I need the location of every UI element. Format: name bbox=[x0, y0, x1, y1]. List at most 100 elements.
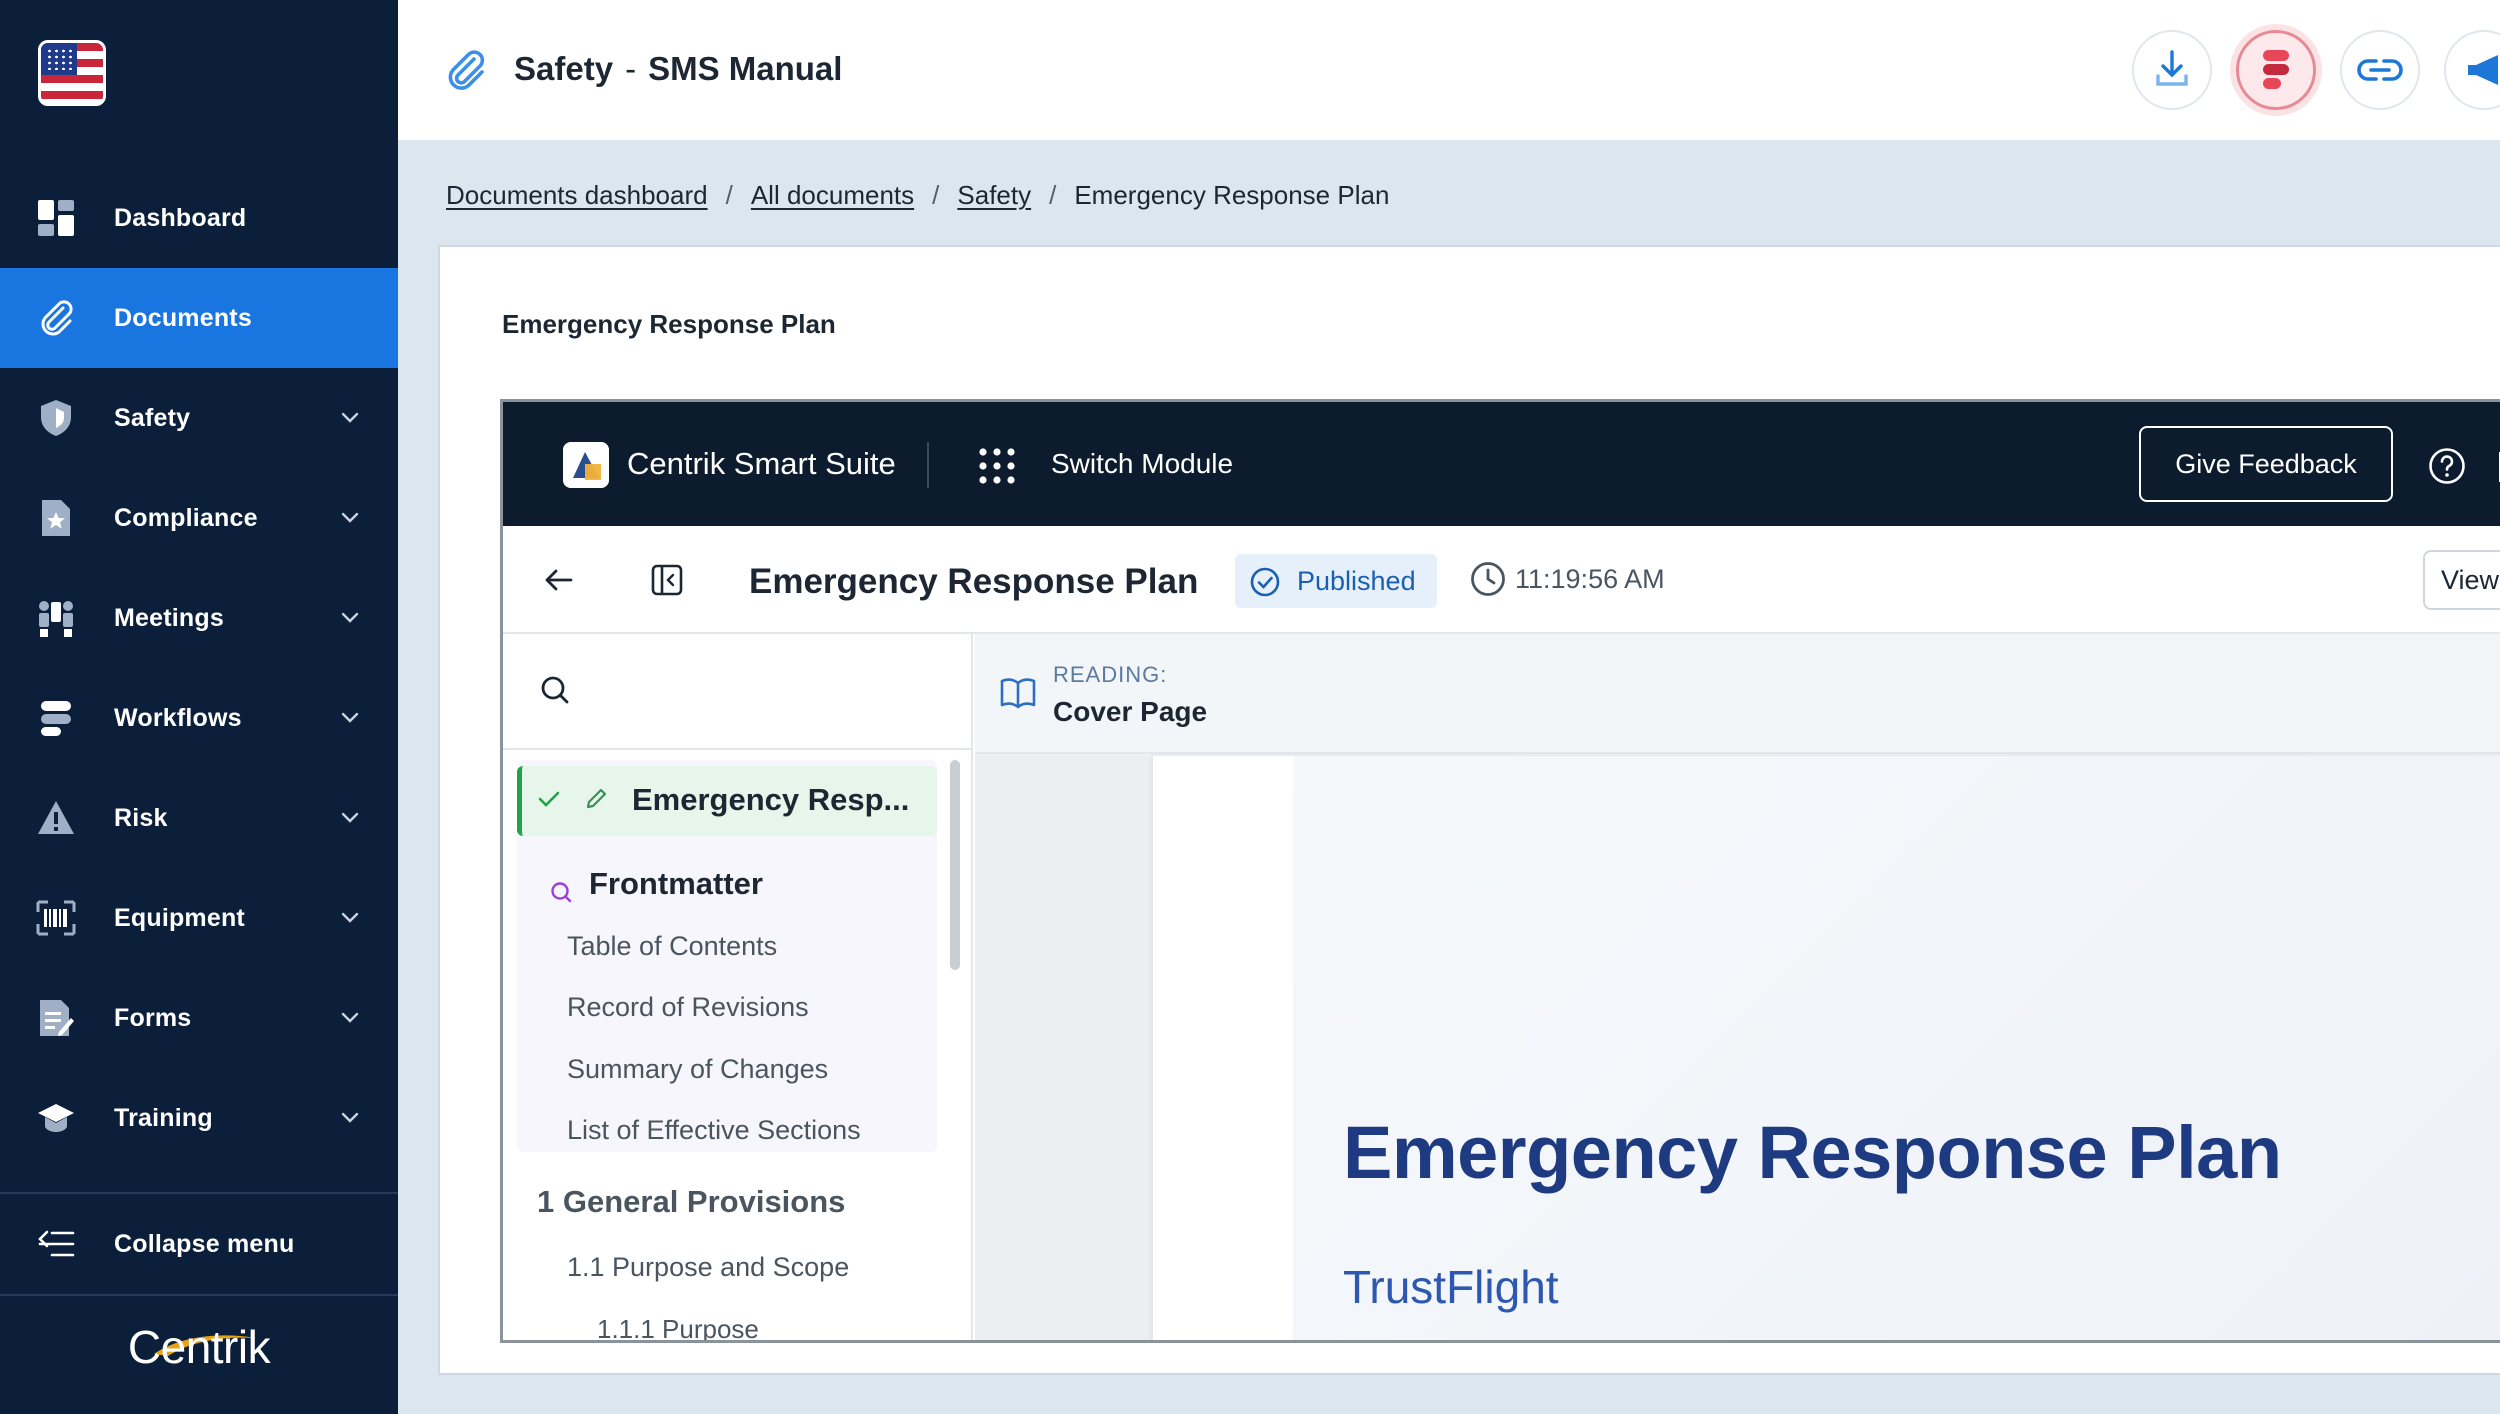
collapse-menu-label: Collapse menu bbox=[114, 1229, 295, 1258]
reading-bar: READING: Cover Page bbox=[975, 634, 2500, 754]
sidebar-item-equipment[interactable]: Equipment bbox=[0, 868, 398, 968]
meeting-icon bbox=[36, 598, 76, 638]
sidebar-item-compliance[interactable]: Compliance bbox=[0, 468, 398, 568]
chevron-down-icon[interactable] bbox=[338, 406, 362, 430]
sidebar-item-label: Documents bbox=[114, 303, 252, 332]
tree-item-list-of-effective-sections[interactable]: List of Effective Sections bbox=[567, 1115, 861, 1146]
title-separator: - bbox=[625, 50, 637, 87]
collapse-icon bbox=[36, 1224, 76, 1264]
chevron-down-icon[interactable] bbox=[338, 1006, 362, 1030]
brand-logo: Centrik bbox=[127, 1321, 271, 1373]
chevron-down-icon[interactable] bbox=[338, 706, 362, 730]
breadcrumb-all-documents[interactable]: All documents bbox=[751, 180, 914, 211]
title-section: Safety bbox=[514, 50, 614, 87]
sidebar-item-risk[interactable]: Risk bbox=[0, 768, 398, 868]
breadcrumb-documents-dashboard[interactable]: Documents dashboard bbox=[446, 180, 708, 211]
top-bar: Safety - SMS Manual bbox=[398, 0, 2500, 140]
shield-icon bbox=[36, 398, 76, 438]
card-title: Emergency Response Plan bbox=[502, 309, 836, 339]
breadcrumb-safety[interactable]: Safety bbox=[957, 180, 1031, 211]
sidebar-item-label: Equipment bbox=[114, 903, 245, 932]
us-flag-icon[interactable] bbox=[38, 40, 106, 106]
status-text: Published bbox=[1297, 565, 1416, 596]
breadcrumb-separator: / bbox=[725, 180, 733, 210]
timestamp: 11:19:56 AM bbox=[1515, 564, 1665, 594]
sidebar-item-documents[interactable]: Documents bbox=[0, 268, 398, 368]
app-header: Centrik Smart Suite Switch Module Give F… bbox=[503, 402, 2500, 526]
breadcrumb-current: Emergency Response Plan bbox=[1074, 180, 1390, 210]
document-card: Emergency Response Plan Centrik Smart Su… bbox=[438, 245, 2500, 1375]
sidebar-item-forms[interactable]: Forms bbox=[0, 968, 398, 1068]
chevron-down-icon[interactable] bbox=[338, 806, 362, 830]
status-badge: Published bbox=[1235, 554, 1437, 608]
clock-icon bbox=[1471, 562, 1505, 596]
tree-item-record-of-revisions[interactable]: Record of Revisions bbox=[567, 992, 809, 1023]
tree-item-table-of-contents[interactable]: Table of Contents bbox=[567, 931, 777, 962]
switch-module-button[interactable]: Switch Module bbox=[1051, 448, 1233, 480]
document-title: Emergency Response Plan bbox=[749, 562, 1199, 601]
view-button[interactable]: View bbox=[2423, 550, 2500, 610]
check-icon bbox=[538, 791, 560, 807]
barcode-icon bbox=[36, 898, 76, 938]
cover-title: Emergency Response Plan bbox=[1343, 1111, 2282, 1194]
reading-label: READING: bbox=[1053, 662, 1168, 687]
sidebar-item-safety[interactable]: Safety bbox=[0, 368, 398, 468]
cover-subtitle: TrustFlight bbox=[1343, 1261, 1559, 1313]
collapse-menu-button[interactable]: Collapse menu bbox=[0, 1194, 398, 1294]
breadcrumb-separator: / bbox=[932, 180, 940, 210]
divider bbox=[0, 1294, 398, 1296]
tree-scrollbar[interactable] bbox=[950, 760, 960, 970]
sidebar-item-label: Dashboard bbox=[114, 203, 247, 232]
check-circle-icon bbox=[1250, 567, 1280, 597]
module-grid-icon[interactable] bbox=[977, 446, 1017, 486]
app-name: Centrik Smart Suite bbox=[627, 446, 896, 481]
document-page: Emergency Response Plan TrustFlight bbox=[1153, 756, 2500, 1340]
sidebar: Dashboard Documents Safety Compliance Me… bbox=[0, 0, 398, 1414]
breadcrumb: Documents dashboard / All documents / Sa… bbox=[446, 180, 1389, 211]
help-icon[interactable] bbox=[2427, 446, 2467, 486]
sidebar-item-label: Risk bbox=[114, 803, 168, 832]
download-button[interactable] bbox=[2132, 30, 2212, 110]
graduation-cap-icon bbox=[36, 1098, 76, 1138]
tree-item-frontmatter[interactable]: Frontmatter bbox=[589, 866, 763, 902]
paperclip-icon bbox=[36, 298, 76, 338]
announcements-button[interactable] bbox=[2444, 30, 2500, 110]
megaphone-icon bbox=[2468, 55, 2498, 85]
sidebar-item-label: Training bbox=[114, 1103, 213, 1132]
sidebar-item-label: Safety bbox=[114, 403, 191, 432]
tree-search[interactable] bbox=[503, 634, 973, 750]
chevron-down-icon[interactable] bbox=[338, 1106, 362, 1130]
sidebar-item-dashboard[interactable]: Dashboard bbox=[0, 168, 398, 268]
search-circle-icon bbox=[551, 882, 572, 903]
toggle-sidebar-icon[interactable] bbox=[649, 562, 685, 598]
workflow-icon bbox=[36, 698, 76, 738]
stack-button[interactable] bbox=[2236, 30, 2316, 110]
tree-item-label: Emergency Resp... bbox=[632, 782, 910, 817]
tree-item-summary-of-changes[interactable]: Summary of Changes bbox=[567, 1054, 828, 1085]
give-feedback-button[interactable]: Give Feedback bbox=[2139, 426, 2393, 502]
chevron-down-icon[interactable] bbox=[338, 506, 362, 530]
stack-icon bbox=[2263, 50, 2289, 89]
sidebar-item-label: Forms bbox=[114, 1003, 192, 1032]
tree-item-purpose-and-scope[interactable]: 1.1 Purpose and Scope bbox=[567, 1252, 849, 1283]
reading-section: Cover Page bbox=[1053, 696, 1208, 727]
sidebar-item-training[interactable]: Training bbox=[0, 1068, 398, 1168]
sidebar-item-workflows[interactable]: Workflows bbox=[0, 668, 398, 768]
dashboard-icon bbox=[36, 198, 76, 238]
page-title: Safety - SMS Manual bbox=[514, 50, 842, 88]
title-manual: SMS Manual bbox=[648, 50, 843, 87]
embedded-document-viewer: Centrik Smart Suite Switch Module Give F… bbox=[500, 399, 2500, 1343]
breadcrumb-separator: / bbox=[1049, 180, 1057, 210]
tree-item-active[interactable]: Emergency Resp... bbox=[517, 766, 937, 836]
search-icon[interactable] bbox=[539, 674, 571, 706]
pencil-icon bbox=[586, 788, 607, 809]
tree-item-general-provisions[interactable]: 1 General Provisions bbox=[537, 1184, 845, 1220]
page-margin bbox=[1153, 756, 1293, 1340]
back-arrow-icon[interactable] bbox=[541, 562, 577, 598]
divider bbox=[927, 442, 929, 488]
chevron-down-icon[interactable] bbox=[338, 606, 362, 630]
chevron-down-icon[interactable] bbox=[338, 906, 362, 930]
sidebar-item-meetings[interactable]: Meetings bbox=[0, 568, 398, 668]
copy-link-button[interactable] bbox=[2340, 30, 2420, 110]
tree-item-purpose[interactable]: 1.1.1 Purpose bbox=[597, 1314, 759, 1340]
